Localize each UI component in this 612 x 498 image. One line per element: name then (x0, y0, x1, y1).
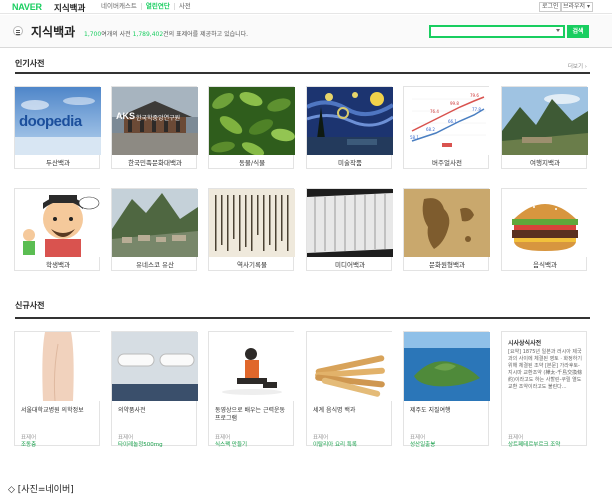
popular-card-encykorea[interactable]: AKS 한국학중앙연구원 한국민족문화대백과 (111, 86, 198, 169)
card-label: 역사기록물 (237, 261, 267, 269)
nav-dictionary[interactable]: 사전 (173, 3, 195, 10)
card-summary: [요약] 1875년 일본과 러시아 제국과의 사이에 체결된 영토 · 화정하… (508, 349, 583, 390)
card-label: 음식백과 (533, 261, 557, 269)
recent-card-medical[interactable]: 서울대학교병원 의학정보 표제어 조동층 (14, 331, 101, 448)
page-header: 지식백과 1,700여개의 사전 1,789,402건의 표제어를 제공하고 있… (0, 15, 612, 48)
machu-picchu-thumbnail (112, 189, 198, 257)
recent-card-current-affairs[interactable]: 시사상식사전 [요약] 1875년 일본과 러시아 제국과의 사이에 체결된 영… (501, 331, 587, 448)
pill-thumbnail (112, 332, 198, 401)
page-title: 지식백과 (31, 25, 76, 39)
photo-caption: ◇ [사진=네이버] (8, 485, 74, 495)
menu-icon[interactable] (13, 26, 23, 36)
popular-card-flora[interactable]: 동물/식물 (208, 86, 295, 169)
popular-card-culture[interactable]: 문화원형백과 (403, 188, 490, 271)
doopedia-thumbnail: doopedia (15, 87, 101, 155)
service-title[interactable]: 지식백과 (54, 2, 85, 14)
section-divider (15, 72, 590, 74)
card-title: 세계 음식명 백과 (313, 407, 356, 414)
more-link[interactable]: 더보기 › (568, 62, 587, 70)
island-thumbnail (404, 332, 490, 401)
card-entry-link[interactable]: 상트페테르부르크 조약 (508, 440, 560, 448)
login-button[interactable]: 로그인 (539, 2, 562, 12)
search-button[interactable]: 검색 (567, 25, 589, 38)
chart-tick: 58.1 (410, 135, 419, 140)
card-label: 한국민족문화대백과 (128, 159, 182, 167)
popular-card-media[interactable]: 미디어백과 (306, 188, 393, 271)
browser-menu-button[interactable]: 브라우저 ▾ (560, 2, 593, 12)
chart-thumbnail: 79.6 99.8 76.4 77.8 66.1 68.2 58.1 (404, 87, 490, 155)
chart-tick: 68.2 (426, 127, 435, 132)
page-description: 1,700여개의 사전 1,789,402건의 표제어를 제공하고 있습니다. (84, 29, 248, 38)
popular-card-records[interactable]: 역사기록물 (208, 188, 295, 271)
popular-card-visual[interactable]: 79.6 99.8 76.4 77.8 66.1 68.2 58.1 버주얼사전 (403, 86, 490, 169)
doopedia-logo: doopedia (19, 113, 82, 130)
desc-mid: 여개의 사전 (101, 31, 133, 38)
card-title: 제주도 지질여행 (410, 407, 451, 414)
card-label: 버주얼사전 (432, 159, 462, 167)
card-title: 동영상으로 배우는 근력운동 프로그램 (215, 407, 286, 422)
search-input[interactable] (429, 25, 565, 38)
chart-tick: 66.1 (448, 119, 457, 124)
card-label: 동물/식물 (238, 159, 266, 167)
card-title: 의약품사전 (118, 407, 146, 414)
card-entry-link[interactable]: 타이레놀정500mg (118, 440, 163, 448)
chart-tick: 79.6 (470, 93, 479, 98)
aks-thumbnail: AKS 한국학중앙연구원 (112, 87, 198, 155)
popular-card-travel[interactable]: 여행지백과 (501, 86, 588, 169)
popular-card-food[interactable]: 음식백과 (501, 188, 588, 271)
recent-card-food[interactable]: 세계 음식명 백과 표제어 이탈리아 요리 특록 (306, 331, 393, 448)
cartoon-thumbnail (15, 189, 101, 257)
leaves-thumbnail (209, 87, 295, 155)
aks-logo: AKS (116, 111, 136, 121)
anatomy-thumbnail (15, 332, 101, 401)
desc-post: 건의 표제어를 제공하고 있습니다. (163, 31, 249, 38)
recent-card-medicine[interactable]: 의약품사전 표제어 타이레놀정500mg (111, 331, 198, 448)
popular-card-artwork[interactable]: 미술작품 (306, 86, 393, 169)
recent-card-jeju[interactable]: 제주도 지질여행 표제어 성산일출봉 (403, 331, 490, 448)
manuscript-thumbnail (209, 189, 295, 257)
chart-tick: 76.4 (430, 109, 439, 114)
card-label: 여행지백과 (530, 159, 560, 167)
popular-card-student[interactable]: 학생백과 (14, 188, 101, 271)
card-entry-link[interactable]: 이탈리아 요리 특록 (313, 440, 357, 448)
card-label: 두산백과 (46, 159, 70, 167)
exercise-thumbnail (209, 332, 295, 401)
card-label: 미디어백과 (335, 261, 365, 269)
popular-card-doosan[interactable]: doopedia 두산백과 (14, 86, 101, 169)
burger-thumbnail (502, 189, 588, 257)
card-entry-link[interactable]: 성산일출봉 (410, 440, 435, 448)
starry-night-thumbnail (307, 87, 393, 155)
card-label: 미술작품 (338, 159, 362, 167)
card-entry-link[interactable]: 조동층 (21, 440, 36, 448)
entry-count: 1,789,402 (132, 31, 164, 38)
old-map-thumbnail (404, 189, 490, 257)
mountain-thumbnail (502, 87, 588, 155)
recent-section-title: 신규사전 (15, 301, 45, 310)
bookshelf-thumbnail (307, 189, 393, 257)
breadsticks-thumbnail (307, 332, 393, 401)
card-title: 시사상식사전 (508, 340, 542, 347)
card-label: 문화원형백과 (429, 261, 465, 269)
section-divider (15, 317, 590, 319)
top-bar: NAVER 지식백과 네이버캐스트 열린연단 사전 로그인 브라우저 ▾ (0, 0, 612, 14)
chart-tick: 99.8 (450, 101, 459, 106)
card-entry-link[interactable]: 식스팩 만들기 (215, 440, 247, 448)
nav-navercast[interactable]: 네이버캐스트 (97, 3, 141, 10)
top-nav: 네이버캐스트 열린연단 사전 (97, 3, 195, 10)
chart-tick: 77.8 (472, 107, 481, 112)
dictionary-count: 1,700 (84, 31, 102, 38)
nav-open-lecture[interactable]: 열린연단 (140, 3, 174, 10)
popular-section-title: 인기사전 (15, 59, 45, 68)
card-label: 학생백과 (46, 261, 70, 269)
card-title: 서울대학교병원 의학정보 (21, 407, 84, 414)
recent-card-fitness[interactable]: 동영상으로 배우는 근력운동 프로그램 표제어 식스팩 만들기 (208, 331, 295, 448)
chevron-down-icon[interactable] (556, 29, 560, 32)
aks-caption: 한국학중앙연구원 (136, 115, 181, 122)
popular-card-unesco[interactable]: 유네스코 유산 (111, 188, 198, 271)
card-label: 유네스코 유산 (136, 261, 174, 269)
naver-logo[interactable]: NAVER (12, 2, 42, 12)
